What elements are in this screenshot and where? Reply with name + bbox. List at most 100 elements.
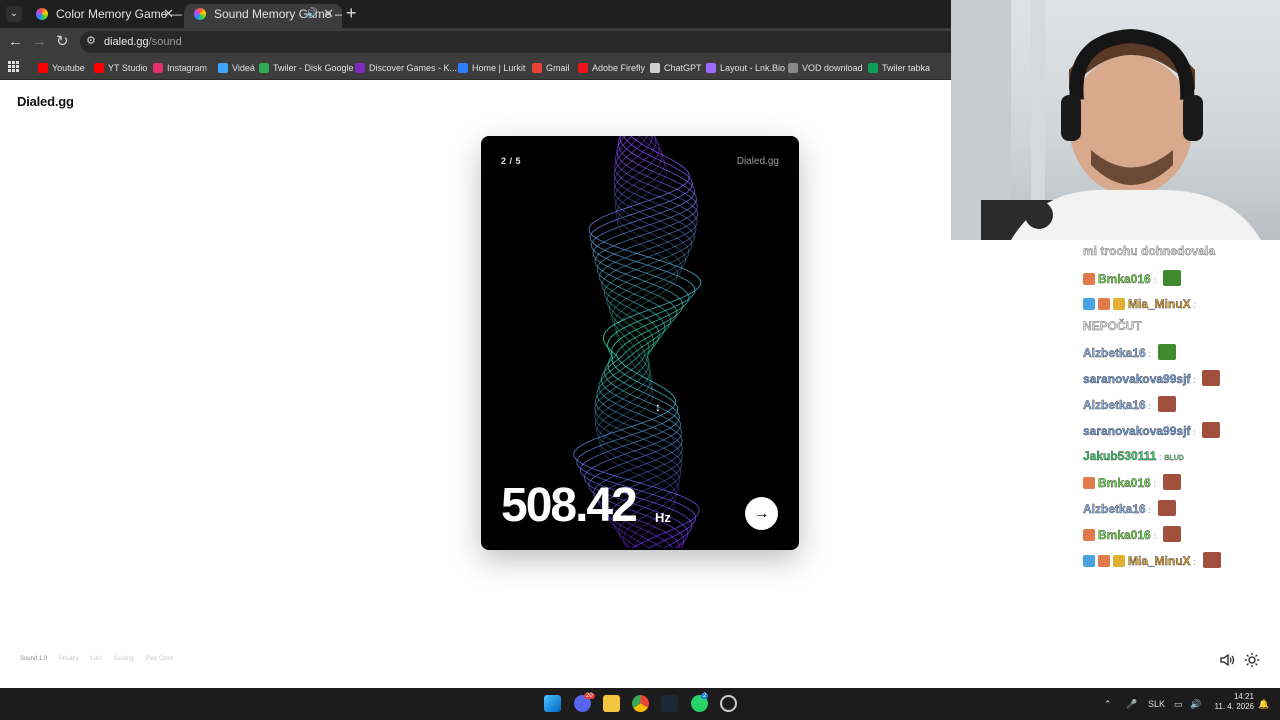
bookmark-favicon-icon xyxy=(458,63,468,73)
bookmark-item[interactable]: Videá xyxy=(218,61,255,75)
chat-message: mi trochu dohnedovala xyxy=(1083,243,1215,259)
discord-badge: 20 xyxy=(584,693,595,699)
bookmark-label: Twiler tabka xyxy=(882,63,931,73)
chat-username[interactable]: Bmka016 xyxy=(1098,528,1151,542)
chat-message: saranovakova99sjf : xyxy=(1083,422,1221,440)
chat-username[interactable]: saranovakova99sjf xyxy=(1083,372,1191,386)
footer-link-scoring[interactable]: Scoring xyxy=(113,656,133,662)
chat-text: NEPOČUT xyxy=(1083,319,1142,333)
footer: Sound 1.0 Privacy Lulo Scoring Play Colo… xyxy=(20,656,183,662)
network-icon[interactable]: ▭ xyxy=(1174,698,1183,710)
chat-separator: : xyxy=(1145,401,1154,411)
new-tab-button[interactable]: + xyxy=(346,4,357,22)
streamer-webcam-image xyxy=(951,0,1261,240)
address-bar[interactable] xyxy=(80,31,951,53)
forward-icon[interactable]: → xyxy=(32,33,47,51)
bookmark-label: VOD download xyxy=(802,63,863,73)
bookmark-label: ChatGPT xyxy=(664,63,702,73)
volume-icon[interactable]: 🔊 xyxy=(1190,698,1201,710)
bookmark-item[interactable]: Instagram xyxy=(153,61,207,75)
chat-message: Alzbetka16 : xyxy=(1083,500,1176,518)
footer-link-privacy[interactable]: Privacy xyxy=(59,656,79,662)
chat-username[interactable]: Alzbetka16 xyxy=(1083,346,1146,360)
chat-separator: : xyxy=(1190,557,1199,567)
sun-icon[interactable] xyxy=(1244,652,1260,668)
chat-username[interactable]: Mia_MinuX xyxy=(1128,554,1191,568)
bookmark-favicon-icon xyxy=(650,63,660,73)
file-explorer-icon[interactable] xyxy=(603,695,620,712)
bookmark-favicon-icon xyxy=(259,63,269,73)
chat-badge-icon xyxy=(1113,298,1125,310)
chat-message: Alzbetka16 : xyxy=(1083,344,1176,362)
chat-badge-icon xyxy=(1083,298,1095,310)
bookmark-item[interactable]: Discover Games - K... xyxy=(355,61,457,75)
keyboard-language[interactable]: SLK xyxy=(1148,698,1165,710)
reload-icon[interactable]: ↻ xyxy=(56,33,69,51)
bookmark-item[interactable]: Home | Lurkit xyxy=(458,61,525,75)
chat-username[interactable]: Alzbetka16 xyxy=(1083,502,1146,516)
tab-color-memory-game[interactable]: Color Memory Game — How W ✕ xyxy=(26,4,182,28)
bookmark-label: Adobe Firefly xyxy=(592,63,646,73)
bookmark-label: Discover Games - K... xyxy=(369,63,458,73)
url-text[interactable]: dialed.gg/sound xyxy=(104,35,182,49)
microphone-icon[interactable]: 🎤 xyxy=(1126,698,1137,710)
round-counter: 2 / 5 xyxy=(501,156,522,166)
back-icon[interactable]: ← xyxy=(8,33,23,51)
close-tab-icon[interactable]: ✕ xyxy=(163,4,174,24)
game-card[interactable]: 2 / 5 Dialed.gg ↕ 508.42 Hz → xyxy=(481,136,799,550)
bookmark-item[interactable]: Adobe Firefly xyxy=(578,61,645,75)
tab-sound-memory-game[interactable]: Sound Memory Game — H 🔊 ✕ xyxy=(184,4,342,28)
steam-icon[interactable] xyxy=(661,695,678,712)
bookmark-item[interactable]: ChatGPT xyxy=(650,61,702,75)
footer-link-play-color[interactable]: Play Color xyxy=(145,656,173,662)
bookmark-item[interactable]: Youtube xyxy=(38,61,85,75)
bookmark-favicon-icon xyxy=(578,63,588,73)
clock-date: 11. 4. 2026 xyxy=(1214,702,1254,711)
chat-emote-icon xyxy=(1162,526,1181,542)
chat-text: BLUD xyxy=(1164,455,1184,462)
chat-emote-icon xyxy=(1157,344,1176,360)
chat-username[interactable]: Alzbetka16 xyxy=(1083,398,1146,412)
bookmark-favicon-icon xyxy=(788,63,798,73)
frequency-unit: Hz xyxy=(655,510,671,525)
chat-username[interactable]: Mia_MinuX xyxy=(1128,297,1191,311)
bookmark-item[interactable]: VOD download xyxy=(788,61,863,75)
start-icon[interactable] xyxy=(544,695,561,712)
webcam-overlay xyxy=(951,0,1280,240)
chat-username[interactable]: Jakub530111 xyxy=(1083,449,1157,463)
app-icon[interactable] xyxy=(720,695,737,712)
chat-badge-icon xyxy=(1098,298,1110,310)
bookmark-label: Home | Lurkit xyxy=(472,63,526,73)
site-logo[interactable]: Dialed.gg xyxy=(17,94,74,109)
site-info-icon[interactable]: ⚙ xyxy=(86,35,98,47)
chat-separator: : xyxy=(1190,427,1199,437)
chat-username[interactable]: Bmka016 xyxy=(1098,476,1151,490)
footer-link-lulo[interactable]: Lulo xyxy=(90,656,101,662)
bookmark-item[interactable]: Layout - Lnk.Bio xyxy=(706,61,785,75)
speaker-icon[interactable] xyxy=(1219,652,1235,668)
bookmark-item[interactable]: Gmail xyxy=(532,61,570,75)
next-button[interactable]: → xyxy=(745,497,778,530)
tab-audio-icon[interactable]: 🔊 xyxy=(306,4,318,24)
bookmark-item[interactable]: YT Studio xyxy=(94,61,147,75)
bookmark-item[interactable]: Twiler - Disk Google xyxy=(259,61,354,75)
chat-username[interactable]: saranovakova99sjf xyxy=(1083,424,1191,438)
url-path: /sound xyxy=(148,36,182,48)
bookmark-item[interactable]: Twiler tabka xyxy=(868,61,930,75)
chat-message: Bmka016 : xyxy=(1083,270,1181,288)
tab-search-button[interactable]: ⌄ xyxy=(6,6,22,22)
clock-time: 14:21 xyxy=(1233,692,1254,701)
clock[interactable]: 14:21 11. 4. 2026 xyxy=(1210,692,1254,712)
tray-overflow-icon[interactable]: ⌃ xyxy=(1104,698,1112,710)
chat-username[interactable]: Bmka016 xyxy=(1098,272,1151,286)
close-tab-icon[interactable]: ✕ xyxy=(323,4,334,24)
chat-message: Alzbetka16 : xyxy=(1083,396,1176,414)
bookmark-label: Gmail xyxy=(546,63,570,73)
bookmark-favicon-icon xyxy=(532,63,542,73)
apps-grid-icon[interactable] xyxy=(8,61,19,72)
chat-message: Bmka016 : xyxy=(1083,526,1181,544)
chrome-icon[interactable] xyxy=(632,695,649,712)
notifications-icon[interactable]: 🔔 xyxy=(1258,698,1269,710)
bookmark-label: Youtube xyxy=(52,63,85,73)
chat-separator: : xyxy=(1145,349,1154,359)
